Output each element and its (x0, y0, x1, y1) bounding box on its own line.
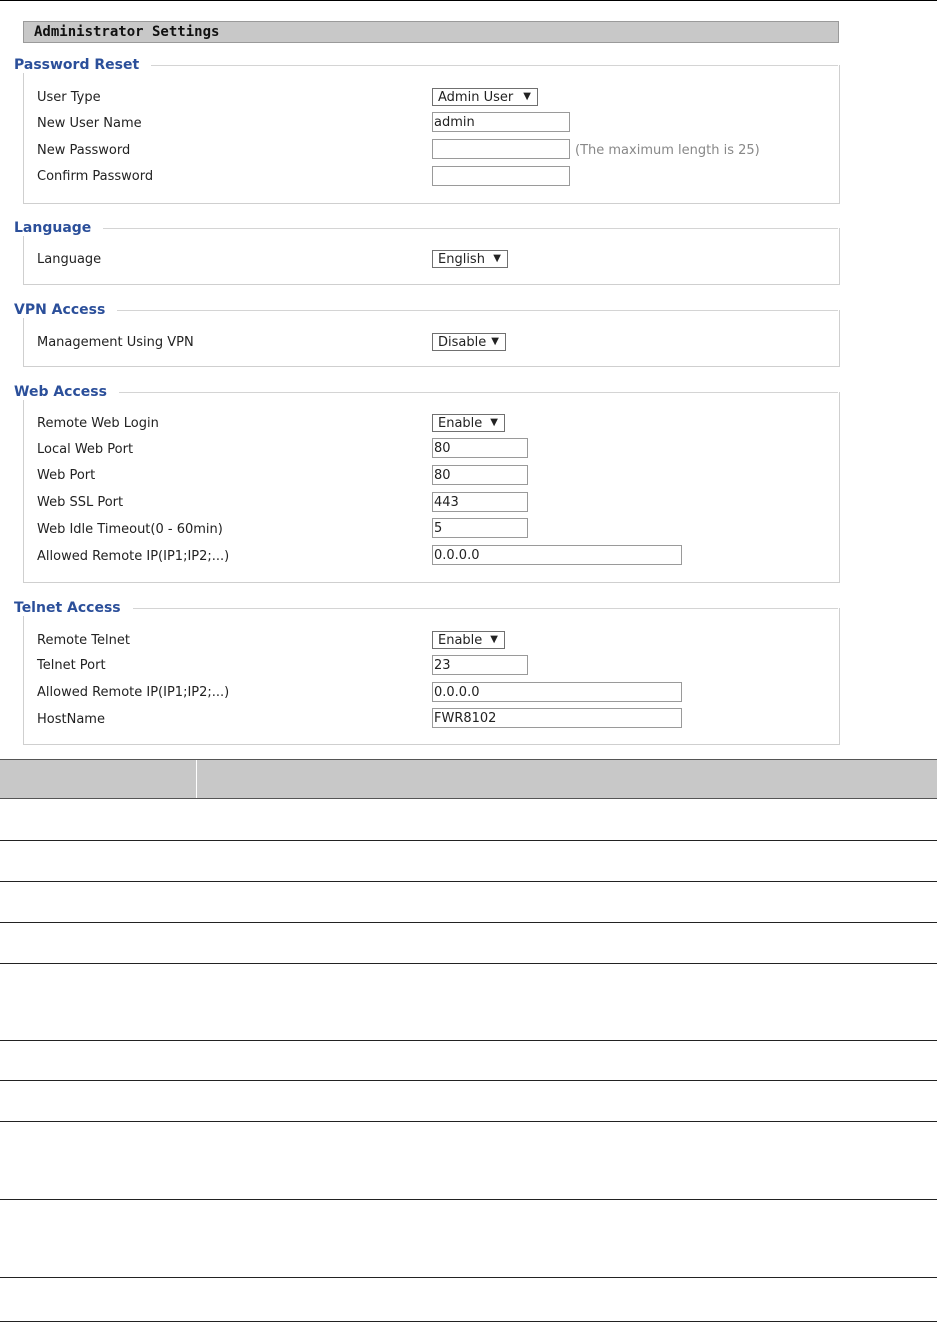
top-rule (0, 0, 937, 1)
telnet-allowed-remote-ip-input[interactable]: 0.0.0.0 (432, 682, 682, 702)
web-port-input[interactable]: 80 (432, 465, 528, 485)
dropdown-arrow-icon: ▼ (490, 417, 498, 428)
new-user-name-label: New User Name (37, 116, 142, 131)
table-row (0, 1277, 937, 1278)
language-title: Language (14, 220, 104, 236)
dropdown-arrow-icon: ▼ (493, 253, 501, 264)
table-row (0, 1199, 937, 1200)
remote-web-login-label: Remote Web Login (37, 416, 159, 431)
table-row (0, 1080, 937, 1081)
remote-telnet-select[interactable]: Enable ▼ (432, 631, 505, 649)
language-select[interactable]: English ▼ (432, 250, 508, 268)
table-row (0, 1121, 937, 1122)
table-row (0, 922, 937, 923)
dropdown-arrow-icon: ▼ (523, 91, 531, 102)
telnet-port-input[interactable]: 23 (432, 655, 528, 675)
local-web-port-label: Local Web Port (37, 442, 134, 457)
dropdown-arrow-icon: ▼ (491, 336, 499, 347)
new-password-label: New Password (37, 143, 131, 158)
table-row (0, 840, 937, 841)
table-row (0, 1040, 937, 1041)
hostname-input[interactable]: FWR8102 (432, 708, 682, 728)
web-ssl-port-label: Web SSL Port (37, 495, 124, 510)
management-using-vpn-label: Management Using VPN (37, 335, 194, 350)
dropdown-arrow-icon: ▼ (490, 634, 498, 645)
web-idle-timeout-label: Web Idle Timeout(0 - 60min) (37, 522, 223, 537)
table-row (0, 1321, 937, 1322)
local-web-port-input[interactable]: 80 (432, 438, 528, 458)
web-allowed-remote-ip-label: Allowed Remote IP(IP1;IP2;...) (37, 549, 230, 564)
telnet-port-label: Telnet Port (37, 658, 106, 673)
new-user-name-input[interactable]: admin (432, 112, 570, 132)
password-reset-title: Password Reset (14, 57, 152, 73)
hostname-label: HostName (37, 712, 105, 727)
web-port-label: Web Port (37, 468, 96, 483)
user-type-label: User Type (37, 90, 101, 105)
page-header: Administrator Settings (23, 21, 839, 43)
telnet-allowed-remote-ip-label: Allowed Remote IP(IP1;IP2;...) (37, 685, 230, 700)
table-header-divider (196, 760, 197, 798)
web-access-title: Web Access (14, 384, 119, 400)
new-password-input[interactable] (432, 139, 570, 159)
web-ssl-port-input[interactable]: 443 (432, 492, 528, 512)
management-using-vpn-select[interactable]: Disable ▼ (432, 333, 506, 351)
table-row (0, 963, 937, 964)
confirm-password-label: Confirm Password (37, 169, 154, 184)
language-label: Language (37, 252, 102, 267)
password-length-hint: (The maximum length is 25) (575, 143, 760, 158)
remote-web-login-select[interactable]: Enable ▼ (432, 414, 505, 432)
confirm-password-input[interactable] (432, 166, 570, 186)
telnet-access-title: Telnet Access (14, 600, 133, 616)
page-title: Administrator Settings (34, 24, 220, 40)
vpn-access-title: VPN Access (14, 302, 118, 318)
web-allowed-remote-ip-input[interactable]: 0.0.0.0 (432, 545, 682, 565)
user-type-select[interactable]: Admin User ▼ (432, 88, 538, 106)
remote-telnet-label: Remote Telnet (37, 633, 130, 648)
table-row (0, 881, 937, 882)
table-header (0, 759, 937, 799)
web-idle-timeout-input[interactable]: 5 (432, 518, 528, 538)
